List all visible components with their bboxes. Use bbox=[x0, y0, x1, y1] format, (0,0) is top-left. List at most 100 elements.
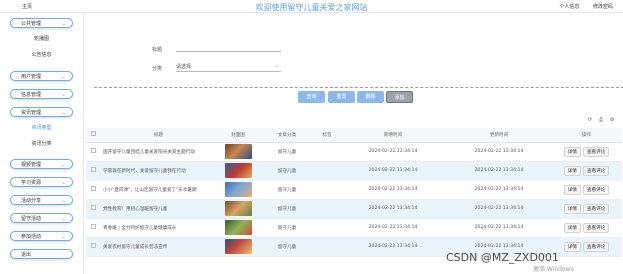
chevron-down-icon: ⌄ bbox=[61, 74, 66, 80]
detail-button[interactable]: 详情 bbox=[563, 203, 581, 214]
view-comments-button[interactable]: 查看评论 bbox=[582, 165, 610, 176]
row-checkbox[interactable] bbox=[86, 180, 100, 200]
top-links: 个人信息 修改密码 bbox=[547, 3, 613, 10]
sidebar: 公共管理 ⌄ 轮播图 公告信息 用户管理 ⌄ 信息管理 ⌄ 资讯管理 ⌄ 资讯类型 资讯… bbox=[0, 13, 84, 274]
sidebar-item-label: 参加活动 bbox=[21, 234, 42, 240]
sidebar-item-users[interactable]: 用户管理 ⌄ bbox=[10, 71, 73, 81]
category-label: 分类 bbox=[152, 66, 163, 72]
cover-image bbox=[217, 237, 259, 257]
column-header[interactable]: 文章分类 bbox=[259, 128, 315, 143]
row-created: 2024-02-22 13:34:14 bbox=[339, 199, 447, 219]
row-updated: 2024-02-22 13:34:14 bbox=[447, 218, 551, 238]
row-checkbox[interactable] bbox=[86, 161, 100, 181]
view-comments-button[interactable]: 查看评论 bbox=[582, 203, 610, 214]
row-title: 关爱农村留守儿童成长普法宣传 bbox=[100, 237, 217, 257]
delete-button[interactable]: 删除 bbox=[357, 91, 384, 103]
view-comments-button[interactable]: 查看评论 bbox=[582, 146, 610, 157]
sidebar-item-news[interactable]: 资讯管理 ⌄ bbox=[10, 107, 73, 117]
reset-button[interactable]: 重置 bbox=[328, 91, 355, 103]
search-button[interactable]: 查询 bbox=[298, 91, 325, 103]
sidebar-item-notice[interactable]: 公告信息 bbox=[10, 50, 73, 60]
sidebar-item-activity[interactable]: 留守活动 ⌄ bbox=[10, 213, 73, 223]
cover-image bbox=[217, 142, 259, 162]
chevron-down-icon: ⌄ bbox=[61, 216, 66, 222]
cover-image bbox=[217, 180, 259, 200]
row-checkbox[interactable] bbox=[86, 199, 100, 219]
column-header: 操作 bbox=[551, 128, 622, 143]
title-input[interactable] bbox=[176, 51, 281, 52]
table-row: 小小"盘问课"，让山区留守儿童爱了"乐享暑期 留守儿童 2024-02-22 1… bbox=[86, 180, 622, 200]
row-tag bbox=[315, 199, 339, 219]
row-updated: 2024-02-22 13:34:14 bbox=[447, 180, 551, 200]
sidebar-item-news-type[interactable]: 资讯类型 bbox=[10, 123, 73, 133]
detail-button[interactable]: 详情 bbox=[563, 146, 581, 157]
sidebar-item-share[interactable]: 活动分享 ⌄ bbox=[10, 195, 73, 205]
print-icon[interactable]: ⎙ bbox=[599, 117, 603, 123]
csdn-watermark: CSDN @MZ_ZXD001 bbox=[446, 251, 559, 264]
row-actions: 详情 查看评论 bbox=[551, 218, 622, 238]
sidebar-item-join[interactable]: 参加活动 ⌄ bbox=[10, 231, 73, 241]
row-tag bbox=[315, 180, 339, 200]
sidebar-item-news-category[interactable]: 资讯分类 bbox=[10, 139, 73, 149]
row-checkbox[interactable] bbox=[86, 218, 100, 238]
row-tag bbox=[315, 237, 339, 257]
row-actions: 详情 查看评论 bbox=[551, 161, 622, 181]
row-updated: 2024-02-22 13:34:14 bbox=[447, 199, 551, 219]
column-header[interactable]: 新增时间 bbox=[339, 128, 447, 143]
column-header: 封面图 bbox=[217, 128, 259, 143]
row-tag bbox=[315, 218, 339, 238]
chevron-down-icon: ⌄ bbox=[61, 21, 66, 27]
view-comments-button[interactable]: 查看评论 bbox=[582, 222, 610, 233]
row-title: 青春暖 | 全力呵护留守儿童健康成长 bbox=[100, 218, 217, 238]
sidebar-item-logout[interactable]: 退出 bbox=[10, 249, 73, 259]
row-created: 2024-02-22 13:34:14 bbox=[339, 218, 447, 238]
column-header[interactable]: 更新时间 bbox=[447, 128, 551, 143]
sidebar-item-public[interactable]: 公共管理 ⌄ bbox=[10, 18, 73, 28]
sidebar-item-label: 用户管理 bbox=[21, 74, 42, 80]
chevron-down-icon: ⌄ bbox=[61, 234, 66, 240]
column-header[interactable]: 标题 bbox=[100, 128, 217, 143]
sidebar-item-carousel[interactable]: 轮播图 bbox=[10, 34, 73, 44]
row-actions: 详情 查看评论 bbox=[551, 237, 622, 257]
detail-button[interactable]: 详情 bbox=[563, 165, 581, 176]
profile-link[interactable]: 个人信息 bbox=[559, 4, 579, 10]
sidebar-item-info[interactable]: 信息管理 ⌄ bbox=[10, 89, 73, 99]
row-created: 2024-02-22 13:34:14 bbox=[339, 161, 447, 181]
row-checkbox[interactable] bbox=[86, 142, 100, 162]
sidebar-item-label: 公共管理 bbox=[21, 21, 42, 27]
view-comments-button[interactable]: 查看评论 bbox=[582, 184, 610, 195]
row-category: 留守儿童 bbox=[259, 237, 315, 257]
sidebar-item-video[interactable]: 视频管理 ⌄ bbox=[10, 159, 73, 169]
select-all-checkbox[interactable] bbox=[86, 128, 100, 143]
sidebar-item-label: 学习资源 bbox=[21, 180, 42, 186]
detail-button[interactable]: 详情 bbox=[563, 222, 581, 233]
table-row: 青春暖 | 全力呵护留守儿童健康成长 留守儿童 2024-02-22 13:34… bbox=[86, 218, 622, 238]
chevron-down-icon: ⌄ bbox=[61, 198, 66, 204]
sidebar-item-label: 信息管理 bbox=[21, 92, 42, 98]
cover-image bbox=[217, 161, 259, 181]
row-category: 留守儿童 bbox=[259, 218, 315, 238]
data-table: 标题 封面图 文章分类 标签 新增时间 更新时间 操作 国开留守儿童团结儿童关爱… bbox=[86, 128, 622, 257]
table-row: 学雷锋在新时代，关爱留守儿童我在行动 留守儿童 2024-02-22 13:34… bbox=[86, 161, 622, 181]
detail-button[interactable]: 详情 bbox=[563, 184, 581, 195]
add-button[interactable]: 添加 bbox=[386, 91, 413, 103]
refresh-icon[interactable]: ⟳ bbox=[588, 117, 592, 123]
sidebar-item-learning[interactable]: 学习资源 ⌄ bbox=[10, 177, 73, 187]
view-comments-button[interactable]: 查看评论 bbox=[582, 241, 610, 252]
chevron-down-icon: ⌄ bbox=[61, 162, 66, 168]
sidebar-item-label: 活动分享 bbox=[21, 198, 42, 204]
change-password-link[interactable]: 修改密码 bbox=[593, 4, 613, 10]
settings-icon[interactable]: ⚙ bbox=[610, 117, 614, 123]
row-title: 国开留守儿童团结儿童关爱阳光关爱主题行动 bbox=[100, 142, 217, 162]
cover-image bbox=[217, 199, 259, 219]
detail-button[interactable]: 详情 bbox=[563, 241, 581, 252]
sidebar-item-label: 留守活动 bbox=[21, 216, 42, 222]
row-title: 学雷锋在新时代，关爱留守儿童我在行动 bbox=[100, 161, 217, 181]
category-select[interactable]: 请选择 ⌄ bbox=[176, 63, 281, 72]
row-created: 2024-02-22 13:34:14 bbox=[339, 142, 447, 162]
row-updated: 2024-02-22 13:34:14 bbox=[447, 161, 551, 181]
row-checkbox[interactable] bbox=[86, 237, 100, 257]
windows-activation-watermark: 激活 Windows bbox=[533, 266, 574, 273]
row-category: 留守儿童 bbox=[259, 180, 315, 200]
row-category: 留守儿童 bbox=[259, 142, 315, 162]
